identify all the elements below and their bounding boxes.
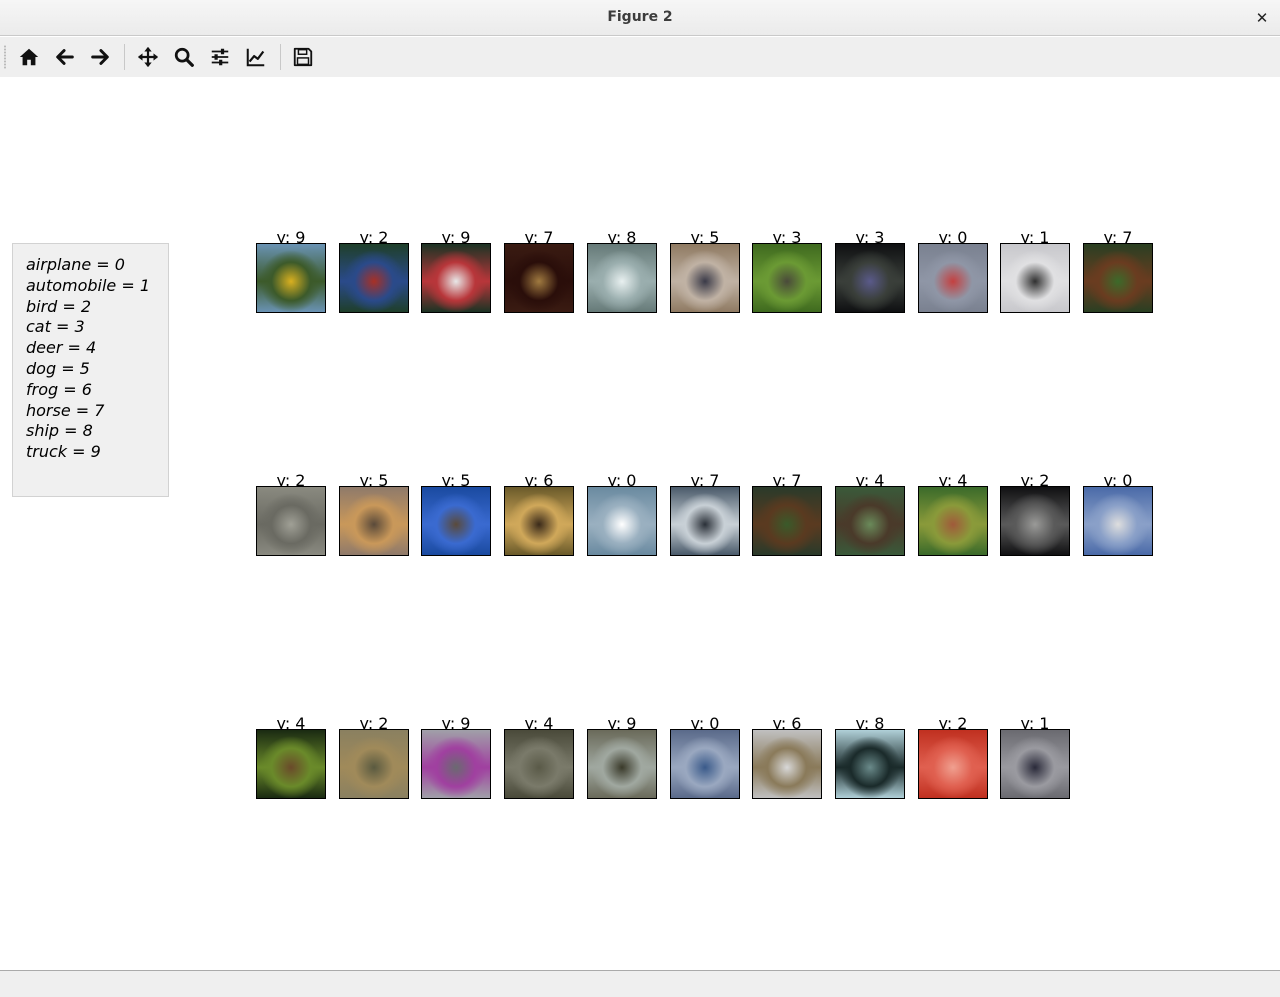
- image-thumbnail: [835, 243, 905, 313]
- zoom-button[interactable]: [169, 42, 199, 72]
- arrow-right-icon: [91, 49, 109, 65]
- floppy-disk-icon: [293, 47, 313, 67]
- image-thumbnail: [339, 486, 409, 556]
- image-thumbnail: [421, 729, 491, 799]
- image-thumbnail: [339, 243, 409, 313]
- image-thumbnail: [256, 486, 326, 556]
- title-bar: Figure 2 ✕: [0, 0, 1280, 36]
- image-thumbnail: [918, 729, 988, 799]
- image-thumbnail: [421, 486, 491, 556]
- image-thumbnail: [918, 243, 988, 313]
- image-thumbnail: [835, 729, 905, 799]
- image-thumbnail: [587, 729, 657, 799]
- home-icon: [19, 48, 39, 66]
- image-thumbnail: [504, 243, 574, 313]
- configure-subplots-button[interactable]: [205, 42, 235, 72]
- image-thumbnail: [339, 729, 409, 799]
- image-thumbnail: [835, 486, 905, 556]
- image-thumbnail: [670, 729, 740, 799]
- legend-line: horse = 7: [26, 400, 105, 420]
- image-thumbnail: [421, 243, 491, 313]
- sliders-icon: [211, 48, 229, 66]
- move-icon: [137, 46, 159, 68]
- legend-line: bird = 2: [26, 296, 92, 316]
- close-icon: ✕: [1255, 9, 1269, 27]
- close-button[interactable]: ✕: [1250, 6, 1274, 30]
- save-button[interactable]: [288, 42, 318, 72]
- legend-line: dog = 5: [26, 358, 90, 378]
- image-thumbnail: [256, 729, 326, 799]
- edit-axes-button[interactable]: [241, 42, 271, 72]
- legend-line: automobile = 1: [26, 275, 151, 295]
- legend-line: cat = 3: [26, 317, 85, 337]
- home-button[interactable]: [14, 42, 44, 72]
- line-chart-icon: [246, 48, 265, 67]
- image-thumbnail: [1083, 243, 1153, 313]
- image-thumbnail: [752, 729, 822, 799]
- image-thumbnail: [752, 486, 822, 556]
- image-thumbnail: [504, 486, 574, 556]
- image-thumbnail: [587, 243, 657, 313]
- image-thumbnail: [256, 243, 326, 313]
- pan-button[interactable]: [133, 42, 163, 72]
- class-legend: airplane = 0 automobile = 1 bird = 2 cat…: [12, 243, 169, 497]
- toolbar-grip[interactable]: [4, 45, 6, 69]
- forward-button[interactable]: [85, 42, 115, 72]
- image-thumbnail: [1000, 729, 1070, 799]
- toolbar: [0, 37, 1280, 77]
- image-thumbnail: [504, 729, 574, 799]
- back-button[interactable]: [50, 42, 80, 72]
- status-bar: [0, 970, 1280, 997]
- image-thumbnail: [918, 486, 988, 556]
- image-thumbnail: [587, 486, 657, 556]
- window-title: Figure 2: [607, 9, 673, 25]
- legend-line: frog = 6: [26, 379, 92, 399]
- image-thumbnail: [1083, 486, 1153, 556]
- search-icon: [174, 47, 194, 67]
- image-thumbnail: [752, 243, 822, 313]
- toolbar-separator: [124, 44, 125, 70]
- image-thumbnail: [1000, 243, 1070, 313]
- image-thumbnail: [670, 243, 740, 313]
- image-thumbnail: [1000, 486, 1070, 556]
- legend-line: airplane = 0: [26, 255, 125, 274]
- image-thumbnail: [670, 486, 740, 556]
- legend-line: deer = 4: [26, 338, 97, 358]
- toolbar-separator: [280, 44, 281, 70]
- arrow-left-icon: [56, 49, 74, 65]
- legend-line: truck = 9: [26, 442, 101, 462]
- legend-line: ship = 8: [26, 421, 93, 441]
